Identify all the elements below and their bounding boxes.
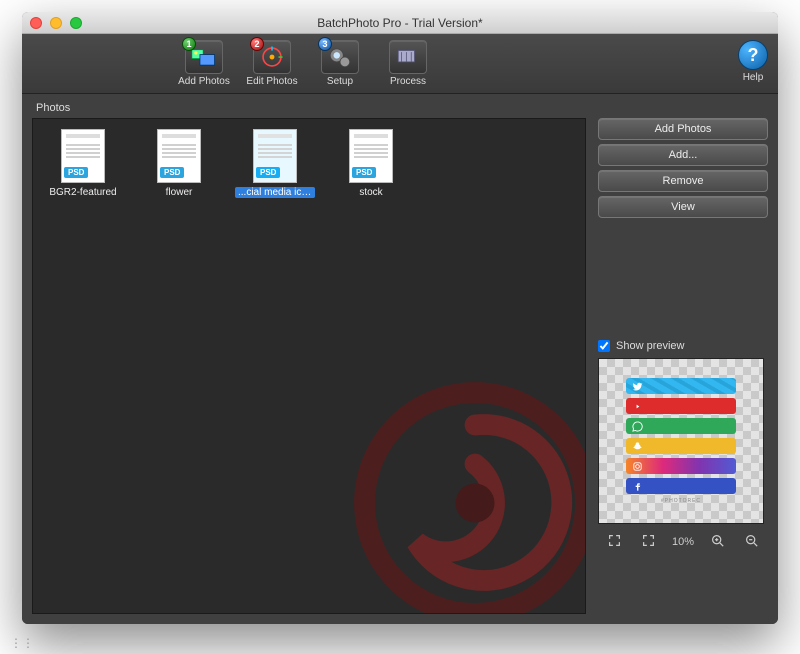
preview-watermark: #PHOTOREC [661, 498, 701, 504]
step-badge-3: 3 [318, 37, 332, 51]
file-label: ...cial media icons [235, 187, 315, 198]
psd-file-icon: PSD [253, 129, 297, 183]
setup-toolbar-button[interactable]: 3 Setup [308, 40, 372, 87]
twitter-band-icon [626, 378, 736, 394]
remove-button[interactable]: Remove [598, 170, 768, 192]
process-icon [389, 40, 427, 74]
view-button[interactable]: View [598, 196, 768, 218]
snapchat-band-icon [626, 438, 736, 454]
file-item[interactable]: PSD flower [139, 129, 219, 198]
setup-icon: 3 [321, 40, 359, 74]
add-more-button[interactable]: Add... [598, 144, 768, 166]
step-badge-1: 1 [182, 37, 196, 51]
psd-file-icon: PSD [157, 129, 201, 183]
whatsapp-band-icon [626, 418, 736, 434]
youtube-band-icon [626, 398, 736, 414]
side-panel: Add Photos Add... Remove View Show previ… [598, 118, 768, 614]
add-photos-icon: 1 [185, 40, 223, 74]
psd-tag: PSD [160, 167, 184, 178]
psd-file-icon: PSD [349, 129, 393, 183]
show-preview-checkbox[interactable]: Show preview [598, 340, 768, 352]
setup-label: Setup [327, 76, 353, 87]
window-title: BatchPhoto Pro - Trial Version* [22, 16, 778, 30]
file-grid: PSD BGR2-featured PSD flower [33, 119, 585, 208]
zoom-out-icon[interactable] [741, 534, 761, 550]
psd-file-icon: PSD [61, 129, 105, 183]
edit-photos-icon: 2 [253, 40, 291, 74]
facebook-band-icon [626, 478, 736, 494]
step-badge-2: 2 [250, 37, 264, 51]
resize-grip-icon: ⋮⋮ [10, 636, 34, 650]
preview-image: #PHOTOREC [621, 378, 741, 504]
photos-panel[interactable]: PSD BGR2-featured PSD flower [32, 118, 586, 614]
file-label: flower [163, 187, 196, 198]
zoom-in-icon[interactable] [708, 534, 728, 550]
file-item[interactable]: PSD BGR2-featured [43, 129, 123, 198]
add-photos-button[interactable]: Add Photos [598, 118, 768, 140]
preview-panel: #PHOTOREC [598, 358, 764, 524]
content-area: Photos PSD BGR2-featured PSD [22, 94, 778, 624]
help-toolbar-button[interactable]: ? Help [738, 40, 768, 83]
titlebar: BatchPhoto Pro - Trial Version* [22, 12, 778, 34]
fit-collapse-icon[interactable] [605, 534, 625, 550]
psd-tag: PSD [352, 167, 376, 178]
file-item-selected[interactable]: PSD ...cial media icons [235, 129, 315, 198]
file-label: BGR2-featured [46, 187, 119, 198]
zoom-level-label: 10% [672, 536, 694, 548]
background-swirl-icon [345, 373, 586, 614]
help-icon: ? [738, 40, 768, 70]
edit-photos-toolbar-button[interactable]: 2 Edit Photos [240, 40, 304, 87]
show-preview-input[interactable] [598, 340, 610, 352]
preview-controls: 10% [598, 530, 768, 554]
show-preview-label: Show preview [616, 340, 684, 352]
fit-expand-icon[interactable] [638, 534, 658, 550]
psd-tag: PSD [256, 167, 280, 178]
help-label: Help [743, 72, 764, 83]
add-photos-label: Add Photos [178, 76, 230, 87]
edit-photos-label: Edit Photos [246, 76, 297, 87]
add-photos-toolbar-button[interactable]: 1 Add Photos [172, 40, 236, 87]
photos-section-label: Photos [32, 100, 768, 118]
app-window: BatchPhoto Pro - Trial Version* 1 Add Ph… [22, 12, 778, 624]
file-item[interactable]: PSD stock [331, 129, 411, 198]
process-label: Process [390, 76, 426, 87]
file-label: stock [356, 187, 385, 198]
psd-tag: PSD [64, 167, 88, 178]
toolbar-group: 1 Add Photos 2 Edit Photos 3 Setup [172, 40, 440, 87]
instagram-band-icon [626, 458, 736, 474]
toolbar: 1 Add Photos 2 Edit Photos 3 Setup [22, 34, 778, 94]
process-toolbar-button[interactable]: Process [376, 40, 440, 87]
